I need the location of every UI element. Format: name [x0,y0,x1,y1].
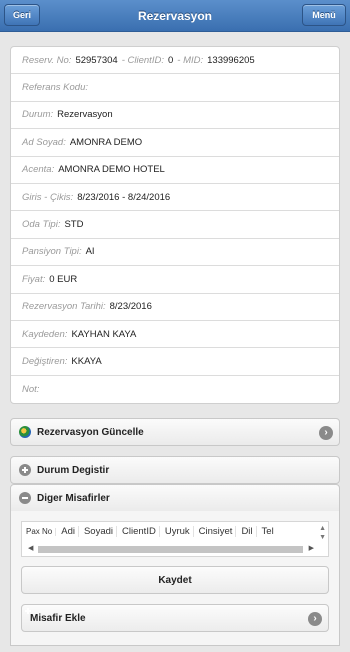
field-label: Reserv. No: [22,54,72,66]
client-id-value: 0 [167,54,174,66]
note-row: Not: [11,376,339,403]
column-header[interactable]: ClientID [122,526,160,537]
field-label: Rezervasyon Tarihi: [22,301,106,313]
column-header[interactable]: Cinsiyet [199,526,237,537]
update-reservation-link[interactable]: Rezervasyon Güncelle › [10,418,340,446]
guests-grid[interactable]: Pax No Adi Soyadi ClientID Uyruk Cinsiye… [21,521,329,557]
column-header[interactable]: Soyadi [84,526,118,537]
field-label: Fiyat: [22,273,46,285]
field-label: Referans Kodu: [22,82,89,94]
scroll-thumb[interactable] [38,546,303,553]
field-value: STD [64,219,84,231]
field-label: Not: [22,383,40,395]
minus-icon [19,492,31,504]
horizontal-scrollbar[interactable]: ◀ ▶ [28,544,314,554]
grid-header: Pax No Adi Soyadi ClientID Uyruk Cinsiye… [22,522,328,541]
globe-icon [19,426,31,438]
back-button[interactable]: Geri [4,4,40,26]
chevron-right-icon: › [308,612,322,626]
column-header[interactable]: Pax No [26,527,57,536]
agency-row: Acenta: AMONRA DEMO HOTEL [11,157,339,184]
created-by-row: Kaydeden: KAYHAN KAYA [11,321,339,349]
column-header[interactable]: Adi [61,526,79,537]
column-header[interactable]: Tel [262,526,277,537]
field-value: KKAYA [71,355,102,367]
reservation-no-value: 52957304 [75,54,118,66]
field-label: Ad Soyad: [22,136,66,148]
save-button[interactable]: Kaydet [21,566,329,594]
field-value: Rezervasyon [57,109,113,121]
field-value: 8/23/2016 - 8/24/2016 [77,191,171,203]
status-change-collapsible[interactable]: Durum Degistir [10,456,340,484]
field-value: 8/23/2016 [109,301,152,313]
column-header[interactable]: Uyruk [165,526,194,537]
top-header: Geri Rezervasyon Menü [0,0,350,32]
status-change-label: Durum Degistir [37,464,110,476]
field-value: 0 EUR [49,273,78,285]
reservation-date-row: Rezervasyon Tarihi: 8/23/2016 [11,294,339,321]
price-row: Fiyat: 0 EUR [11,266,339,294]
add-guest-label: Misafir Ekle [30,612,86,624]
field-label: Kaydeden: [22,328,68,340]
other-guests-panel: Pax No Adi Soyadi ClientID Uyruk Cinsiye… [10,511,340,646]
reservation-no-row: Reserv. No: 52957304 - ClientID: 0 - MID… [11,47,339,75]
room-type-row: Oda Tipi: STD [11,211,339,239]
field-label: Pansiyon Tipi: [22,246,82,258]
field-label: - ClientID: [121,54,164,66]
scroll-right-icon[interactable]: ▶ [309,544,314,552]
field-value: KAYHAN KAYA [71,328,137,340]
field-label: Değiştiren: [22,355,68,367]
field-label: - MID: [177,54,204,66]
field-label: Durum: [22,109,54,121]
field-value: AMONRA DEMO [69,136,143,148]
add-guest-button[interactable]: Misafir Ekle › [21,604,329,632]
board-type-row: Pansiyon Tipi: AI [11,239,339,267]
vertical-scrollbar[interactable]: ▲ ▼ [319,524,326,542]
field-value: AI [85,246,95,258]
other-guests-collapsible[interactable]: Diger Misafirler [10,484,340,512]
checkin-checkout-row: Giris - Çikis: 8/23/2016 - 8/24/2016 [11,184,339,212]
name-row: Ad Soyad: AMONRA DEMO [11,129,339,157]
scroll-left-icon[interactable]: ◀ [28,544,33,552]
status-row: Durum: Rezervasyon [11,102,339,130]
menu-button[interactable]: Menü [302,4,346,26]
page-title: Rezervasyon [137,8,213,23]
field-label: Acenta: [22,164,55,176]
other-guests-label: Diger Misafirler [37,492,110,504]
plus-icon [19,464,31,476]
mid-value: 133996205 [207,54,255,66]
reservation-details: Reserv. No: 52957304 - ClientID: 0 - MID… [10,46,340,405]
field-label: Giris - Çikis: [22,191,74,203]
field-value: AMONRA DEMO HOTEL [58,164,165,176]
update-reservation-label: Rezervasyon Güncelle [37,426,144,438]
field-label: Oda Tipi: [22,219,61,231]
reference-code-row: Referans Kodu: [11,74,339,102]
column-header[interactable]: Dil [241,526,257,537]
modified-by-row: Değiştiren: KKAYA [11,348,339,376]
chevron-right-icon: › [319,426,333,440]
